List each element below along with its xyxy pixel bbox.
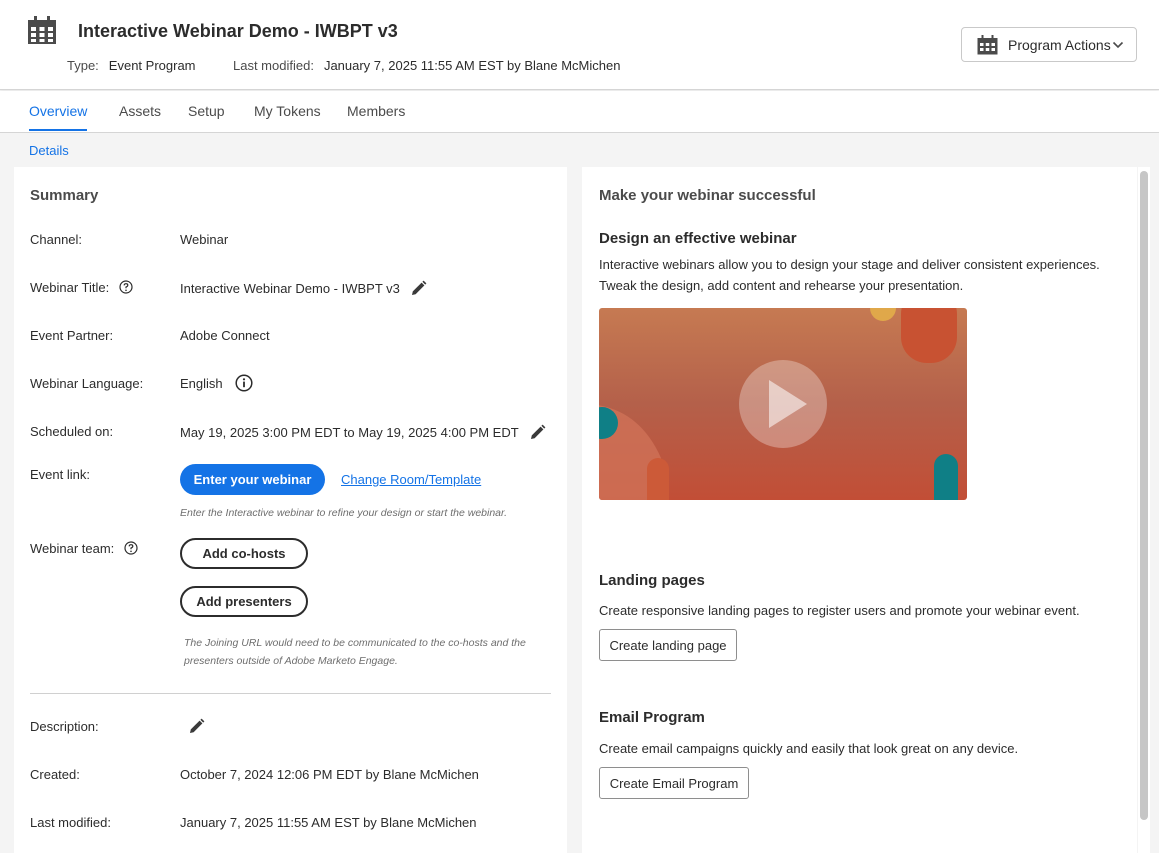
- enter-webinar-button[interactable]: Enter your webinar: [180, 464, 325, 495]
- create-landing-page-button[interactable]: Create landing page: [599, 629, 737, 661]
- landing-pages-heading: Landing pages: [599, 572, 705, 589]
- add-presenters-button[interactable]: Add presenters: [180, 586, 308, 617]
- modified-label: Last modified:: [233, 58, 314, 73]
- webinar-language-value: English: [180, 374, 253, 392]
- type-value: Event Program: [108, 58, 196, 73]
- program-actions-button[interactable]: Program Actions: [961, 27, 1137, 62]
- chevron-down-icon: [1112, 41, 1124, 49]
- webinar-title-text: Interactive Webinar Demo - IWBPT v3: [180, 281, 400, 296]
- webinar-team-label: Webinar team:: [30, 541, 138, 556]
- event-partner-value: Adobe Connect: [180, 328, 270, 343]
- summary-heading: Summary: [30, 187, 99, 204]
- scheduled-value: May 19, 2025 3:00 PM EDT to May 19, 2025…: [180, 424, 546, 441]
- program-type: Type: Event Program: [67, 58, 196, 73]
- design-text-line-1: Interactive webinars allow you to design…: [599, 257, 1100, 272]
- pencil-icon[interactable]: [529, 424, 546, 441]
- program-header: Interactive Webinar Demo - IWBPT v3 Type…: [0, 0, 1159, 90]
- type-label: Type:: [67, 58, 99, 73]
- tab-bar: Overview Assets Setup My Tokens Members: [0, 91, 1159, 133]
- design-text-line-2: Tweak the design, add content and rehear…: [599, 278, 964, 293]
- create-email-program-button[interactable]: Create Email Program: [599, 767, 749, 799]
- created-value: October 7, 2024 12:06 PM EDT by Blane Mc…: [180, 767, 479, 782]
- last-modified-value: January 7, 2025 11:55 AM EST by Blane Mc…: [180, 815, 477, 830]
- tab-overview[interactable]: Overview: [29, 103, 88, 131]
- webinar-title-label: Webinar Title:: [30, 280, 133, 295]
- calendar-icon: [977, 34, 998, 54]
- team-hint-line-1: The Joining URL would need to be communi…: [184, 637, 526, 649]
- tab-assets[interactable]: Assets: [119, 103, 161, 119]
- channel-value: Webinar: [180, 232, 229, 247]
- email-program-heading: Email Program: [599, 709, 705, 726]
- landing-pages-text: Create responsive landing pages to regis…: [599, 603, 1080, 618]
- tab-members[interactable]: Members: [347, 103, 405, 119]
- design-heading: Design an effective webinar: [599, 230, 797, 247]
- video-thumbnail: [599, 308, 967, 500]
- scrollbar-thumb[interactable]: [1140, 171, 1148, 820]
- webinar-language-label: Webinar Language:: [30, 376, 144, 391]
- calendar-icon: [28, 16, 56, 44]
- webinar-title-value: Interactive Webinar Demo - IWBPT v3: [180, 280, 427, 297]
- webinar-video-player[interactable]: [599, 308, 967, 500]
- info-icon[interactable]: [235, 374, 253, 392]
- tab-my-tokens[interactable]: My Tokens: [254, 103, 321, 119]
- pencil-icon[interactable]: [188, 718, 205, 735]
- language-text: English: [180, 375, 223, 391]
- tab-setup[interactable]: Setup: [188, 103, 225, 119]
- team-hint-line-2: presenters outside of Adobe Marketo Enga…: [184, 655, 398, 667]
- email-program-text: Create email campaigns quickly and easil…: [599, 741, 1019, 756]
- channel-label: Channel:: [30, 232, 83, 247]
- event-link-label: Event link:: [30, 467, 90, 482]
- add-cohosts-button[interactable]: Add co-hosts: [180, 538, 308, 569]
- details-link[interactable]: Details: [29, 143, 69, 158]
- event-partner-label: Event Partner:: [30, 328, 114, 343]
- change-room-template-link[interactable]: Change Room/Template: [341, 472, 481, 487]
- created-label: Created:: [30, 767, 80, 782]
- help-icon[interactable]: [119, 280, 133, 294]
- description-label: Description:: [30, 719, 99, 734]
- webinar-team-label-text: Webinar team:: [30, 541, 115, 556]
- page-title: Interactive Webinar Demo - IWBPT v3: [78, 21, 398, 41]
- scheduled-text: May 19, 2025 3:00 PM EDT to May 19, 2025…: [180, 425, 519, 440]
- help-icon[interactable]: [124, 541, 138, 555]
- scheduled-label: Scheduled on:: [30, 424, 114, 439]
- program-actions-label: Program Actions: [1008, 36, 1111, 53]
- enter-webinar-hint: Enter the Interactive webinar to refine …: [180, 507, 508, 519]
- pencil-icon[interactable]: [410, 280, 427, 297]
- program-last-modified: Last modified: January 7, 2025 11:55 AM E…: [233, 58, 620, 73]
- webinar-title-label-text: Webinar Title:: [30, 280, 110, 295]
- divider: [30, 693, 551, 694]
- modified-value: January 7, 2025 11:55 AM EST by Blane Mc…: [323, 58, 621, 73]
- tips-heading: Make your webinar successful: [599, 187, 816, 204]
- last-modified-label: Last modified:: [30, 815, 111, 830]
